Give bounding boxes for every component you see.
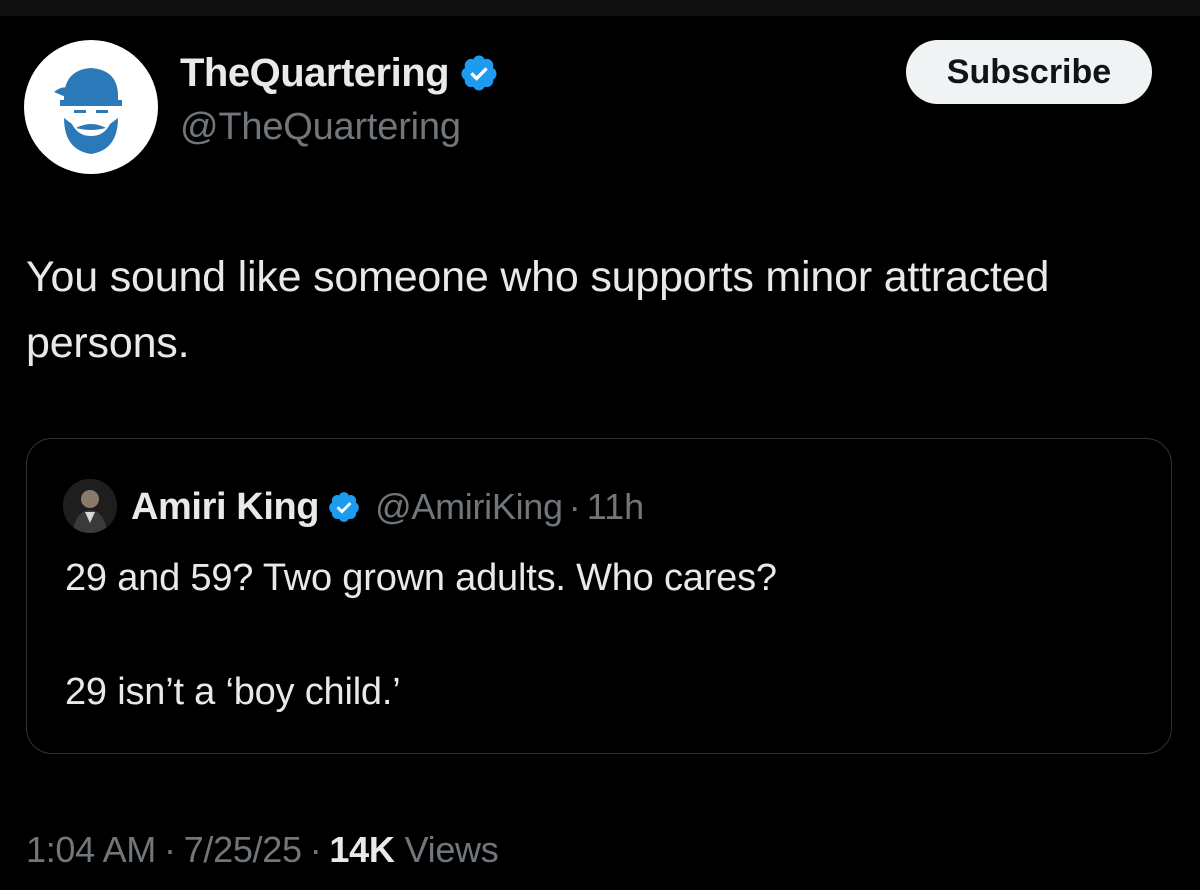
tweet-date[interactable]: 7/25/25 <box>184 829 302 871</box>
quoted-tweet-text-line: 29 isn’t a ‘boy child.’ <box>65 671 401 713</box>
quoted-tweet-header: Amiri King @AmiriKing · 11h <box>131 479 644 535</box>
tweet-meta-row: 1:04 AM · 7/25/25 · 14K Views <box>26 826 499 874</box>
tweet-time[interactable]: 1:04 AM <box>26 829 156 871</box>
author-handle[interactable]: @TheQuartering <box>180 106 461 149</box>
separator-dot: · <box>309 829 322 870</box>
author-display-name[interactable]: TheQuartering <box>180 51 450 96</box>
verified-badge-icon <box>327 490 361 524</box>
separator-dot: · <box>163 829 176 870</box>
top-status-strip <box>0 0 1200 16</box>
quoted-author-avatar[interactable] <box>63 479 117 533</box>
person-photo-icon <box>63 479 117 533</box>
subscribe-button[interactable]: Subscribe <box>906 40 1152 104</box>
quoted-author-name[interactable]: Amiri King <box>131 486 320 529</box>
verified-badge-icon <box>459 53 499 93</box>
author-avatar[interactable] <box>24 40 158 174</box>
quoted-author-handle[interactable]: @AmiriKing <box>375 486 563 528</box>
views-count[interactable]: 14K <box>329 829 394 871</box>
tweet-text: You sound like someone who supports mino… <box>26 253 1050 367</box>
author-name-row: TheQuartering <box>180 48 499 98</box>
separator-dot: · <box>568 486 581 527</box>
bearded-man-logo-icon <box>54 68 122 154</box>
views-label[interactable]: Views <box>405 829 499 871</box>
quoted-tweet-time[interactable]: 11h <box>587 486 644 528</box>
quoted-tweet-text-line: 29 and 59? Two grown adults. Who cares? <box>65 557 777 599</box>
quoted-tweet-card[interactable]: Amiri King @AmiriKing · 11h 29 and 59? T… <box>26 438 1172 754</box>
